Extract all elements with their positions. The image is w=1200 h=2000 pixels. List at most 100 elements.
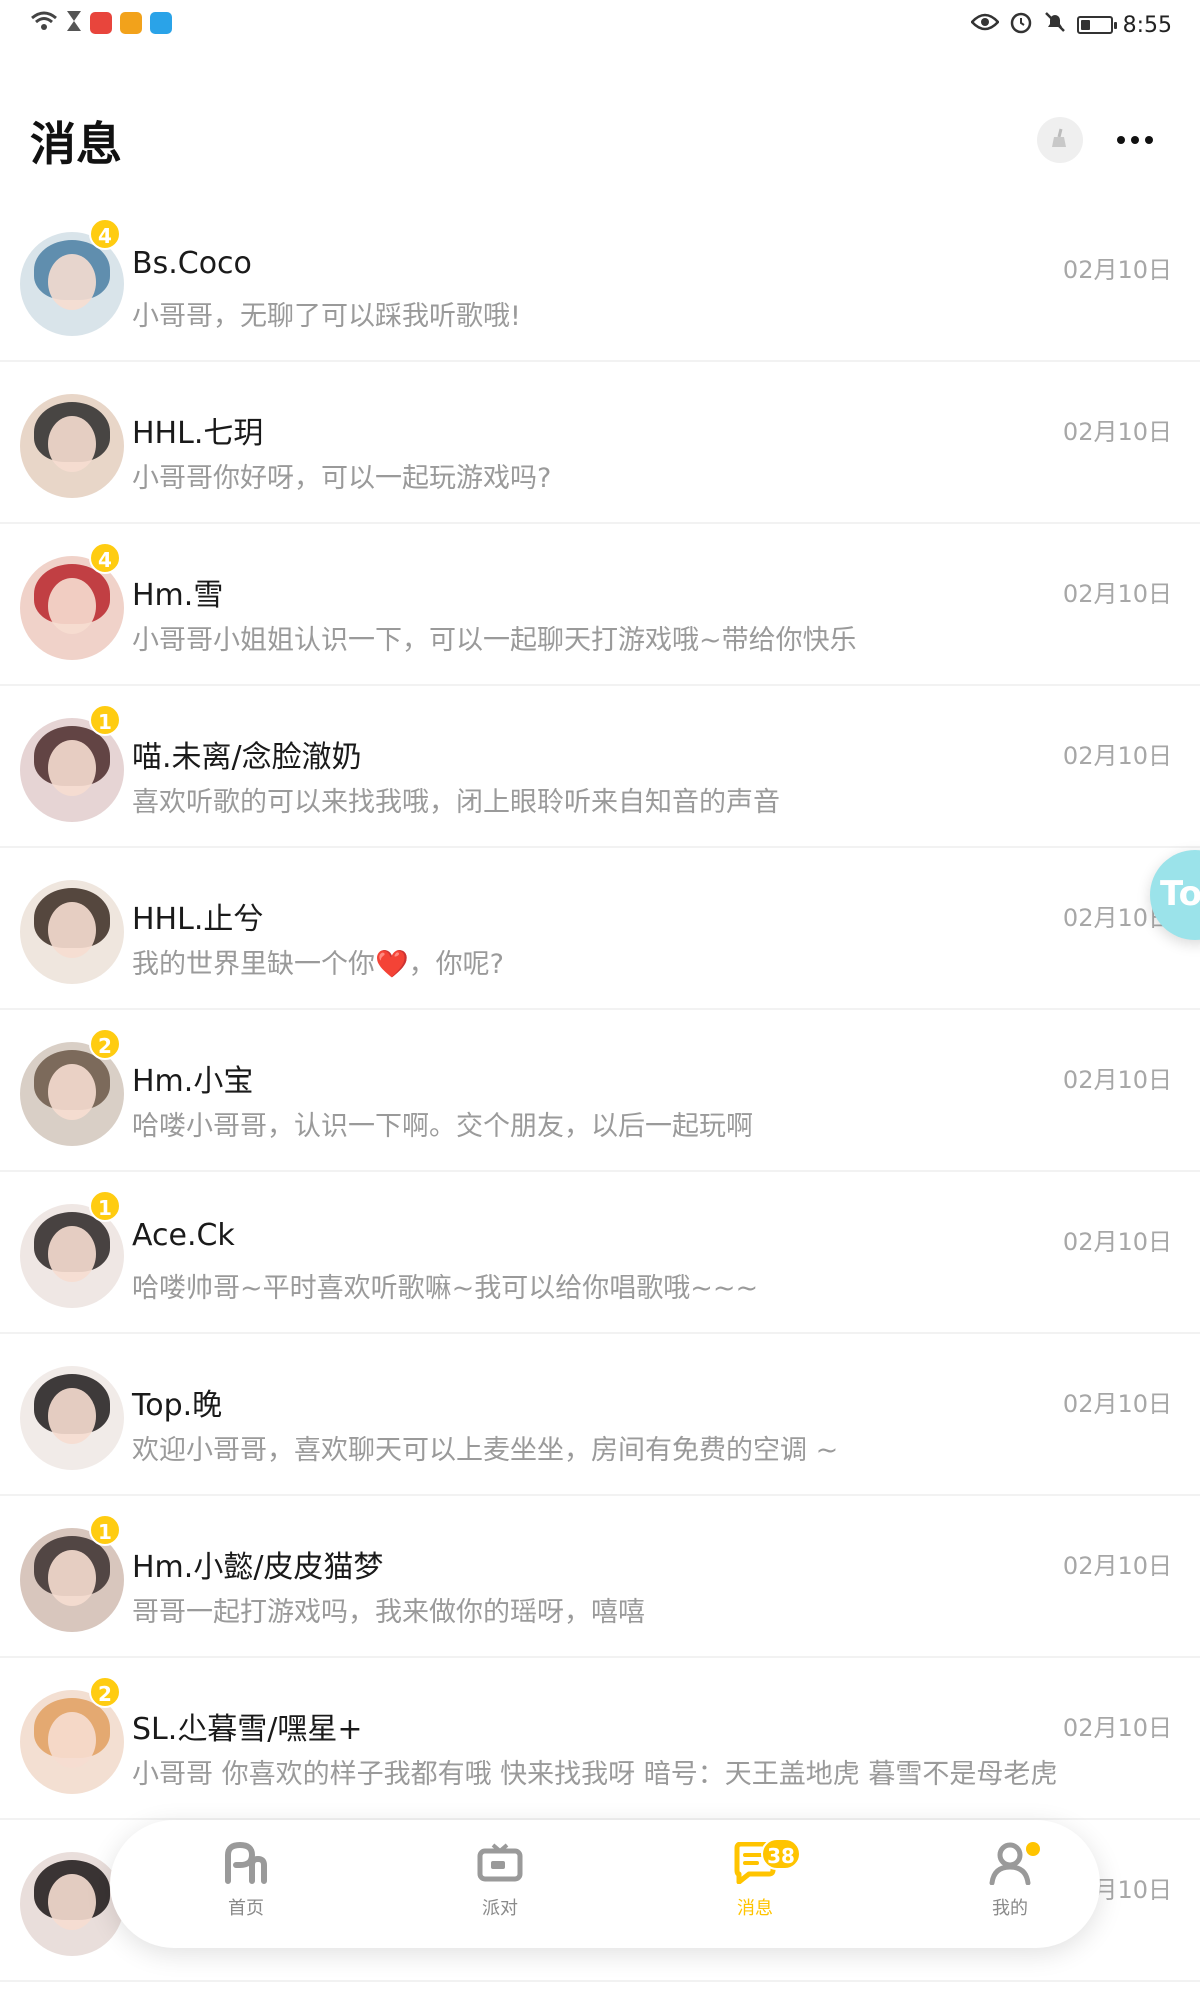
avatar-face — [48, 254, 96, 310]
bottom-nav: 首页 派对 38 消息 我的 — [110, 1820, 1100, 1948]
message-row[interactable]: 1 喵.未离/念脸澈奶喜欢听歌的可以来找我哦，闭上眼聆听来自知音的声音 02月10日 — [0, 686, 1200, 848]
nav-party-label: 派对 — [482, 1898, 518, 1919]
message-time: 02月10日 — [1062, 418, 1172, 446]
nav-home-icon-wrap — [186, 1841, 306, 1889]
message-time: 02月10日 — [1062, 1390, 1172, 1418]
status-right-icons: 8:55 — [969, 10, 1172, 40]
floating-bubble-text: To — [1160, 874, 1200, 914]
message-preview: 小哥哥你好呀，可以一起玩游戏吗? — [132, 463, 552, 494]
contact-name: HHL.止兮 — [132, 902, 264, 937]
battery-level — [1080, 20, 1091, 30]
alarm-icon — [1009, 10, 1033, 40]
message-time: 02月10日 — [1062, 1228, 1172, 1256]
message-row[interactable]: 2 SL.尐暮雪/嘿星+ 小哥哥 你喜欢的样子我都有哦 快来找我呀 暗号：天王盖地虎… — [0, 1658, 1200, 1820]
more-icon-dot — [1145, 136, 1153, 144]
message-time: 02月10日 — [1062, 1066, 1172, 1094]
wifi-icon — [30, 10, 58, 36]
message-preview: 小哥哥，无聊了可以踩我听歌哦! — [132, 301, 521, 332]
message-row[interactable]: 2 Hm.小宝哈喽小哥哥，认识一下啊。交个朋友，以后一起玩啊 02月10日 — [0, 1010, 1200, 1172]
unread-badge: 1 — [89, 704, 121, 736]
nav-home[interactable]: 首页 — [186, 1841, 306, 1932]
message-time: 02月10日 — [1062, 256, 1172, 284]
more-icon-dot — [1131, 136, 1139, 144]
nav-home-label: 首页 — [228, 1898, 264, 1919]
avatar-face — [48, 416, 96, 472]
message-preview: 哈喽小哥哥，认识一下啊。交个朋友，以后一起玩啊 — [132, 1111, 753, 1142]
message-preview: 我的世界里缺一个你❤️，你呢? — [132, 949, 504, 980]
contact-name: Ace.Ck — [132, 1218, 235, 1253]
avatar[interactable] — [20, 1852, 124, 1956]
message-row[interactable]: HHL.止兮 我的世界里缺一个你❤️，你呢? 02月10日 — [0, 848, 1200, 1010]
battery-icon — [1076, 16, 1117, 34]
unread-badge: 4 — [89, 218, 121, 250]
nav-messages-badge: 38 — [761, 1838, 801, 1870]
avatar[interactable] — [20, 394, 124, 498]
status-left-icons — [30, 10, 172, 36]
message-row[interactable]: 1 Hm.小懿/皮皮猫梦哥哥一起打游戏吗，我来做你的瑶呀，嘻嘻 02月10日 — [0, 1496, 1200, 1658]
more-icon-dot — [1117, 136, 1125, 144]
contact-name: Top.晚 — [132, 1388, 223, 1423]
message-time: 02月10日 — [1062, 1552, 1172, 1580]
home-icon — [222, 1841, 270, 1889]
avatar-face — [48, 902, 96, 958]
message-preview: 小哥哥小姐姐认识一下，可以一起聊天打游戏哦~带给你快乐 — [132, 625, 857, 656]
unread-badge: 2 — [89, 1028, 121, 1060]
message-preview: 喜欢听歌的可以来找我哦，闭上眼聆听来自知音的声音 — [132, 787, 780, 818]
avatar-face — [48, 1226, 96, 1282]
eye-icon — [969, 12, 1000, 38]
unread-badge: 4 — [89, 542, 121, 574]
contact-name: SL.尐暮雪/嘿星+ — [132, 1712, 363, 1747]
contact-name: Hm.雪 — [132, 578, 224, 613]
contact-name: HHL.七玥 — [132, 416, 264, 451]
avatar-face — [48, 740, 96, 796]
nav-profile[interactable]: 我的 — [950, 1842, 1070, 1932]
nav-messages-icon-wrap: 38 — [695, 1838, 815, 1888]
nav-party[interactable]: 派对 — [440, 1842, 560, 1932]
contact-name: Hm.小懿/皮皮猫梦 — [132, 1550, 384, 1585]
message-row[interactable]: HHL.七玥小哥哥你好呀，可以一起玩游戏吗? 02月10日 — [0, 362, 1200, 524]
avatar-face — [48, 1712, 96, 1768]
message-time: 02月10日 — [1062, 1714, 1172, 1742]
unread-badge: 1 — [89, 1190, 121, 1222]
page-title: 消息 — [30, 117, 122, 171]
contact-name: Bs.Coco — [132, 246, 252, 281]
message-preview: 哈喽帅哥~平时喜欢听歌嘛~我可以给你唱歌哦~~~ — [132, 1273, 759, 1304]
message-row[interactable]: 4 Bs.Coco 小哥哥，无聊了可以踩我听歌哦! 02月10日 — [0, 200, 1200, 362]
contact-name: Hm.小宝 — [132, 1064, 254, 1099]
bell-mute-icon — [1043, 10, 1067, 40]
app-red-icon — [90, 12, 112, 34]
avatar-face — [48, 578, 96, 634]
nav-profile-icon-wrap — [950, 1842, 1070, 1888]
status-time: 8:55 — [1122, 12, 1172, 38]
more-button[interactable] — [1112, 117, 1158, 163]
avatar[interactable] — [20, 1366, 124, 1470]
message-preview: 小哥哥 你喜欢的样子我都有哦 快来找我呀 暗号：天王盖地虎 暮雪不是母老虎 — [132, 1759, 1058, 1790]
avatar-face — [48, 1388, 96, 1444]
tv-icon — [477, 1843, 523, 1887]
avatar-face — [48, 1064, 96, 1120]
broom-icon — [1049, 127, 1071, 153]
unread-badge: 1 — [89, 1514, 121, 1546]
app-blue-search-icon — [150, 12, 172, 34]
message-time: 02月10日 — [1062, 580, 1172, 608]
message-preview: 哥哥一起打游戏吗，我来做你的瑶呀，嘻嘻 — [132, 1597, 645, 1628]
nav-messages[interactable]: 38 消息 — [695, 1838, 815, 1932]
message-row[interactable]: 1 Ace.Ck 哈喽帅哥~平时喜欢听歌嘛~我可以给你唱歌哦~~~ 02月10日 — [0, 1172, 1200, 1334]
message-row[interactable]: 4 Hm.雪小哥哥小姐姐认识一下，可以一起聊天打游戏哦~带给你快乐 02月10日 — [0, 524, 1200, 686]
message-time: 02月10日 — [1062, 742, 1172, 770]
status-bar: 8:55 — [0, 0, 1200, 48]
nav-party-icon-wrap — [440, 1842, 560, 1888]
message-list: 4 Bs.Coco 小哥哥，无聊了可以踩我听歌哦! 02月10日 HHL.七玥 小哥哥你好… — [0, 200, 1200, 1982]
message-preview: 欢迎小哥哥，喜欢聊天可以上麦坐坐，房间有免费的空调 ~ — [132, 1435, 839, 1466]
avatar[interactable] — [20, 880, 124, 984]
clear-unread-button[interactable] — [1037, 117, 1083, 163]
nav-messages-label: 消息 — [737, 1898, 773, 1919]
avatar-face — [48, 1874, 96, 1930]
app-orange-icon — [120, 12, 142, 34]
avatar-face — [48, 1550, 96, 1606]
hourglass-icon — [66, 10, 82, 36]
nav-profile-label: 我的 — [992, 1898, 1028, 1919]
message-row[interactable]: Top.晚欢迎小哥哥，喜欢聊天可以上麦坐坐，房间有免费的空调 ~ 02月10日 — [0, 1334, 1200, 1496]
unread-badge: 2 — [89, 1676, 121, 1708]
contact-name: 喵.未离/念脸澈奶 — [132, 740, 362, 775]
